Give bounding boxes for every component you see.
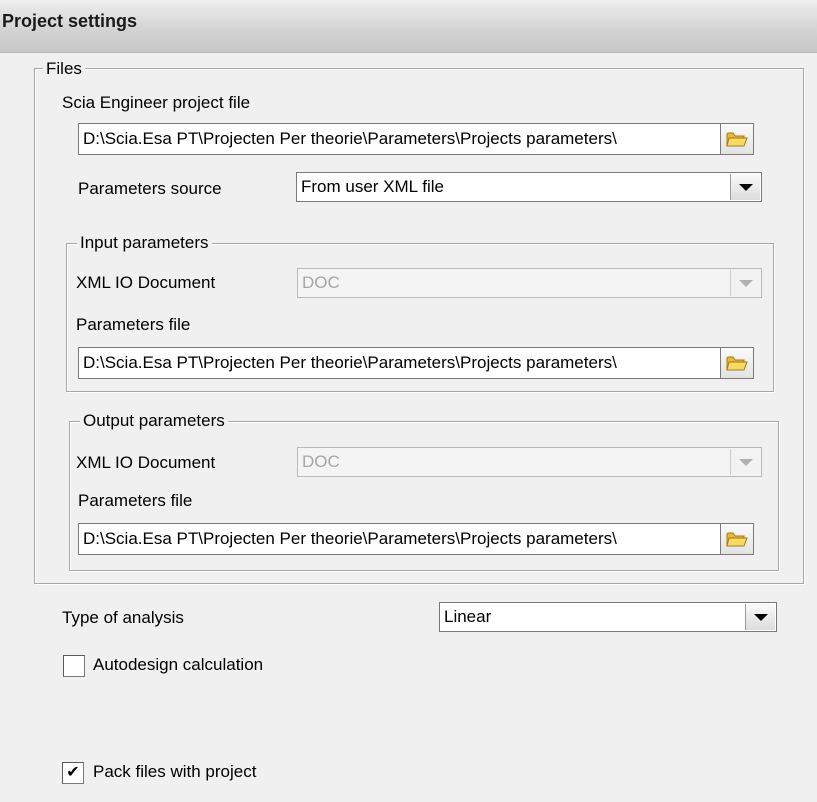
output-parameters-legend: Output parameters [80, 412, 228, 430]
input-parameters-legend: Input parameters [77, 234, 212, 252]
analysis-type-value: Linear [444, 607, 492, 626]
project-file-browse-button[interactable] [720, 123, 754, 155]
panel-header: Project settings [0, 0, 817, 53]
params-source-value: From user XML file [301, 177, 444, 196]
folder-open-icon [726, 532, 748, 547]
chevron-down-icon[interactable] [730, 449, 760, 475]
chevron-down-icon[interactable] [745, 604, 775, 630]
output-params-file-browse-button[interactable] [720, 523, 754, 555]
input-xml-doc-value: DOC [302, 273, 340, 292]
output-xml-doc-label: XML IO Document [76, 453, 216, 472]
autodesign-label[interactable]: Autodesign calculation [93, 654, 263, 676]
page-title: Project settings [2, 11, 138, 31]
output-params-file-input[interactable]: D:\Scia.Esa PT\Projecten Per theorie\Par… [78, 523, 720, 555]
chevron-down-icon[interactable] [730, 270, 760, 296]
checkmark-icon: ✔ [66, 764, 80, 781]
output-xml-doc-select[interactable]: DOC [297, 447, 762, 477]
input-xml-doc-label: XML IO Document [76, 273, 216, 292]
input-xml-doc-select[interactable]: DOC [297, 268, 762, 298]
analysis-type-label: Type of analysis [62, 608, 184, 627]
params-source-select[interactable]: From user XML file [296, 172, 762, 202]
chevron-down-icon[interactable] [730, 174, 760, 200]
folder-open-icon [726, 132, 748, 147]
input-params-file-input[interactable]: D:\Scia.Esa PT\Projecten Per theorie\Par… [78, 347, 720, 379]
output-params-file-label: Parameters file [78, 491, 193, 510]
input-params-file-label: Parameters file [76, 315, 191, 334]
project-file-input[interactable]: D:\Scia.Esa PT\Projecten Per theorie\Par… [78, 123, 720, 155]
input-params-file-browse-button[interactable] [720, 347, 754, 379]
pack-files-checkbox[interactable]: ✔ [62, 762, 84, 784]
autodesign-checkbox[interactable] [63, 655, 85, 677]
folder-open-icon [726, 356, 748, 371]
analysis-type-select[interactable]: Linear [439, 602, 777, 632]
pack-files-label[interactable]: Pack files with project [93, 761, 256, 783]
files-legend: Files [43, 60, 85, 78]
params-source-label: Parameters source [78, 179, 222, 198]
output-xml-doc-value: DOC [302, 452, 340, 471]
project-file-label: Scia Engineer project file [62, 93, 251, 112]
